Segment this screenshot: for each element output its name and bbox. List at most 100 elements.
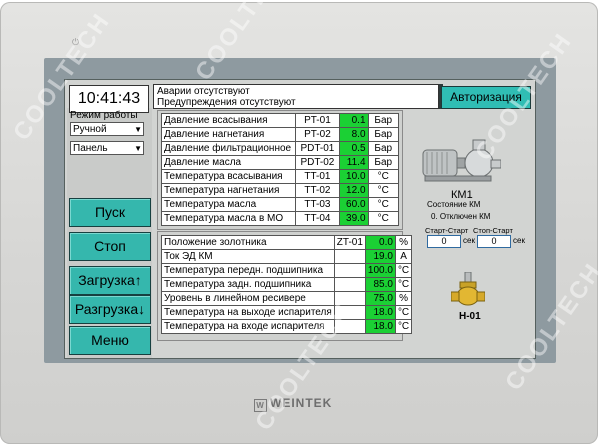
param-name: Давление фильтрационное — [161, 141, 296, 156]
param-tag — [333, 305, 366, 320]
stop-button[interactable]: Стоп — [69, 232, 151, 261]
param-tag — [333, 263, 366, 278]
param-value: 60.0 — [338, 197, 369, 212]
param-name: Уровень в линейном ресивере — [161, 291, 335, 306]
table-row: Давление нагнетания PT-02 8.0 Бар — [161, 127, 400, 142]
control-source-value: Панель — [73, 143, 108, 154]
valve-label: Н-01 — [459, 311, 481, 322]
param-tag — [333, 291, 366, 306]
start-start-label: Старт-Старт — [425, 226, 469, 235]
param-tag: TT-03 — [294, 197, 340, 212]
valve-icon — [451, 272, 485, 306]
alarm-panel[interactable]: Аварии отсутствуют Предупреждения отсутс… — [153, 84, 439, 109]
stop-start-label: Стоп-Старт — [473, 226, 513, 235]
param-name: Температура нагнетания — [161, 183, 296, 198]
param-name: Ток ЭД КМ — [161, 249, 335, 264]
param-name: Давление всасывания — [161, 113, 296, 128]
param-value: 75.0 — [364, 291, 396, 306]
param-tag: TT-02 — [294, 183, 340, 198]
param-tag: PT-01 — [294, 113, 340, 128]
param-value: 85.0 — [364, 277, 396, 292]
param-tag: TT-04 — [294, 211, 340, 226]
param-name: Давление нагнетания — [161, 127, 296, 142]
table-row: Ток ЭД КМ 19.0 A — [161, 249, 413, 264]
chevron-down-icon: ▼ — [134, 125, 142, 134]
power-icon: ⏻ — [72, 37, 80, 47]
param-name: Температура всасывания — [161, 169, 296, 184]
param-tag: PT-02 — [294, 127, 340, 142]
table-row: Давление масла PDT-02 11.4 Бар — [161, 155, 400, 170]
param-name: Температура масла — [161, 197, 296, 212]
start-button[interactable]: Пуск — [69, 198, 151, 227]
param-unit: % — [394, 235, 413, 250]
param-name: Положение золотника — [161, 235, 335, 250]
stop-start-unit: сек — [513, 236, 525, 245]
brand-logo: W WEINTEK — [254, 396, 332, 412]
param-value: 8.0 — [338, 127, 369, 142]
param-name: Температура задн. подшипника — [161, 277, 335, 292]
compressor-icon — [422, 139, 501, 182]
table-row: Температура нагнетания TT-02 12.0 °C — [161, 183, 400, 198]
param-unit: Бар — [367, 113, 400, 128]
sensor-table-2: Положение золотника ZT-01 0.0% Ток ЭД КМ 19.… — [161, 235, 413, 334]
param-unit: % — [394, 291, 413, 306]
param-value: 0.5 — [338, 141, 369, 156]
table-row: Уровень в линейном ресивере 75.0% — [161, 291, 413, 306]
table-row: Температура масла в МО TT-04 39.0 °C — [161, 211, 400, 226]
hmi-screen: 10:41:43 Аварии отсутствуют Предупрежден… — [64, 79, 536, 359]
mode-label: Режим работы — [70, 110, 138, 121]
param-unit: °C — [394, 319, 413, 334]
clock-display: 10:41:43 — [69, 85, 149, 113]
param-tag — [333, 277, 366, 292]
param-value: 11.4 — [338, 155, 369, 170]
param-value: 18.0 — [364, 319, 396, 334]
param-tag: PDT-02 — [294, 155, 340, 170]
param-unit: Бар — [367, 127, 400, 142]
param-name: Температура передн. подшипника — [161, 263, 335, 278]
control-source-select[interactable]: Панель ▼ — [70, 141, 144, 155]
param-value: 0.0 — [364, 235, 396, 250]
param-value: 39.0 — [338, 211, 369, 226]
stop-start-value[interactable]: 0 — [477, 235, 511, 248]
mode-select[interactable]: Ручной ▼ — [70, 122, 144, 136]
param-name: Температура масла в МО — [161, 211, 296, 226]
chevron-down-icon: ▼ — [134, 144, 142, 153]
param-name: Давление масла — [161, 155, 296, 170]
param-name: Температура на выходе испарителя — [161, 305, 335, 320]
table-row: Положение золотника ZT-01 0.0% — [161, 235, 413, 250]
authorization-button[interactable]: Авторизация — [441, 86, 531, 109]
compressor-state-label: Состояние КМ — [427, 200, 481, 209]
table-row: Давление фильтрационное PDT-01 0.5 Бар — [161, 141, 400, 156]
table-row: Температура на входе испарителя 18.0 °C — [161, 319, 413, 334]
brand-text: WEINTEK — [270, 396, 333, 410]
param-value: 19.0 — [364, 249, 396, 264]
menu-button[interactable]: Меню — [69, 326, 151, 355]
param-unit: °C — [394, 277, 413, 292]
unload-button[interactable]: Разгрузка↓ — [69, 295, 151, 324]
start-start-value[interactable]: 0 — [427, 235, 461, 248]
warning-line: Предупреждения отсутствуют — [157, 97, 296, 108]
param-value: 10.0 — [338, 169, 369, 184]
load-button[interactable]: Загрузка↑ — [69, 266, 151, 295]
alarm-line: Аварии отсутствуют — [157, 86, 250, 97]
table-row: Температура масла TT-03 60.0 °C — [161, 197, 400, 212]
param-unit: °C — [367, 211, 400, 226]
compressor-state-value: 0. Отключен КМ — [431, 212, 491, 221]
param-value: 18.0 — [364, 305, 396, 320]
param-tag: ZT-01 — [333, 235, 366, 250]
table-row: Температура передн. подшипника 100.0 °C — [161, 263, 413, 278]
param-value: 12.0 — [338, 183, 369, 198]
param-tag — [333, 249, 366, 264]
param-unit: Бар — [367, 155, 400, 170]
param-unit: °C — [394, 305, 413, 320]
table-row: Температура всасывания TT-01 10.0 °C — [161, 169, 400, 184]
param-unit: °C — [367, 197, 400, 212]
param-unit: A — [394, 249, 413, 264]
param-value: 0.1 — [338, 113, 369, 128]
table-row: Температура на выходе испарителя 18.0 °C — [161, 305, 413, 320]
param-unit: Бар — [367, 141, 400, 156]
param-unit: °C — [367, 183, 400, 198]
start-start-unit: сек — [463, 236, 475, 245]
brand-icon: W — [254, 399, 267, 412]
mode-value: Ручной — [73, 124, 107, 135]
